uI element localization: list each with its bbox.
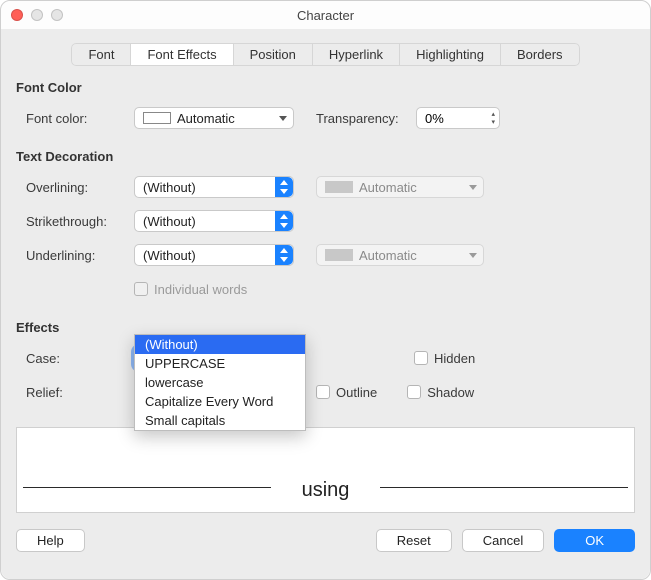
- dialog-content: Font Font Effects Position Hyperlink Hig…: [1, 29, 650, 579]
- row-case: Case: (Without) Hidden: [16, 341, 635, 375]
- form-area: Font Color Font color: Automatic Transpa…: [16, 66, 635, 513]
- row-font-color: Font color: Automatic Transparency: 0% ▴…: [16, 101, 635, 135]
- individual-words-checkbox: Individual words: [134, 282, 247, 297]
- tabs: Font Font Effects Position Hyperlink Hig…: [71, 43, 579, 66]
- stepper-down-icon[interactable]: ▾: [491, 119, 495, 126]
- label-transparency: Transparency:: [316, 111, 416, 126]
- overlining-value: (Without): [143, 180, 196, 195]
- section-effects: Effects: [16, 320, 635, 335]
- case-option-capitalize[interactable]: Capitalize Every Word: [135, 392, 305, 411]
- checkbox-icon: [414, 351, 428, 365]
- window-title: Character: [1, 8, 650, 23]
- chevron-down-icon: [279, 116, 287, 121]
- section-text-decoration: Text Decoration: [16, 149, 635, 164]
- row-relief: Relief: Outline Shadow: [16, 375, 635, 409]
- chevron-down-icon: [469, 253, 477, 258]
- underlining-color-combo[interactable]: Automatic: [316, 244, 484, 266]
- preview-underline-left: [23, 487, 271, 488]
- strikethrough-value: (Without): [143, 214, 196, 229]
- shadow-label: Shadow: [427, 385, 474, 400]
- case-option-uppercase[interactable]: UPPERCASE: [135, 354, 305, 373]
- tabbar: Font Font Effects Position Hyperlink Hig…: [16, 43, 635, 66]
- help-button[interactable]: Help: [16, 529, 85, 552]
- overlining-color-combo[interactable]: Automatic: [316, 176, 484, 198]
- color-swatch-icon: [325, 249, 353, 261]
- row-individual-words: Individual words: [16, 272, 635, 306]
- tab-position[interactable]: Position: [233, 43, 313, 66]
- overlining-color-value: Automatic: [359, 180, 417, 195]
- row-overlining: Overlining: (Without) Automatic: [16, 170, 635, 204]
- character-dialog: Character Font Font Effects Position Hyp…: [0, 0, 651, 580]
- font-color-combo[interactable]: Automatic: [134, 107, 294, 129]
- checkbox-icon: [316, 385, 330, 399]
- footer: Help Reset Cancel OK: [16, 529, 635, 552]
- outline-label: Outline: [336, 385, 377, 400]
- individual-words-label: Individual words: [154, 282, 247, 297]
- hidden-checkbox[interactable]: Hidden: [414, 351, 475, 366]
- underlining-value: (Without): [143, 248, 196, 263]
- updown-icon: [279, 248, 289, 262]
- case-option-smallcaps[interactable]: Small capitals: [135, 411, 305, 430]
- tab-font[interactable]: Font: [71, 43, 131, 66]
- transparency-value: 0%: [425, 111, 444, 126]
- preview-text: using: [302, 479, 350, 502]
- updown-icon: [279, 214, 289, 228]
- stepper-up-icon[interactable]: ▴: [491, 111, 495, 118]
- strikethrough-combo[interactable]: (Without): [134, 210, 294, 232]
- reset-button[interactable]: Reset: [376, 529, 452, 552]
- color-swatch-icon: [143, 112, 171, 124]
- outline-checkbox[interactable]: Outline: [316, 385, 377, 400]
- shadow-checkbox[interactable]: Shadow: [407, 385, 474, 400]
- section-font-color: Font Color: [16, 80, 635, 95]
- checkbox-icon: [407, 385, 421, 399]
- label-case: Case:: [16, 351, 134, 366]
- row-strikethrough: Strikethrough: (Without): [16, 204, 635, 238]
- tab-borders[interactable]: Borders: [500, 43, 580, 66]
- preview-area: using: [16, 427, 635, 513]
- label-font-color: Font color:: [16, 111, 134, 126]
- ok-button[interactable]: OK: [554, 529, 635, 552]
- color-swatch-icon: [325, 181, 353, 193]
- row-underlining: Underlining: (Without) Automatic: [16, 238, 635, 272]
- case-option-lowercase[interactable]: lowercase: [135, 373, 305, 392]
- underlining-combo[interactable]: (Without): [134, 244, 294, 266]
- chevron-down-icon: [469, 185, 477, 190]
- hidden-label: Hidden: [434, 351, 475, 366]
- label-underlining: Underlining:: [16, 248, 134, 263]
- preview-underline-right: [380, 487, 628, 488]
- case-dropdown[interactable]: (Without) UPPERCASE lowercase Capitalize…: [134, 334, 306, 431]
- updown-icon: [279, 180, 289, 194]
- tab-hyperlink[interactable]: Hyperlink: [312, 43, 400, 66]
- checkbox-icon: [134, 282, 148, 296]
- case-option-without[interactable]: (Without): [135, 335, 305, 354]
- font-color-value: Automatic: [177, 111, 235, 126]
- tab-font-effects[interactable]: Font Effects: [130, 43, 233, 66]
- overlining-combo[interactable]: (Without): [134, 176, 294, 198]
- transparency-stepper[interactable]: 0% ▴ ▾: [416, 107, 500, 129]
- stepper-buttons[interactable]: ▴ ▾: [491, 111, 495, 126]
- cancel-button[interactable]: Cancel: [462, 529, 544, 552]
- titlebar: Character: [1, 1, 650, 29]
- underlining-color-value: Automatic: [359, 248, 417, 263]
- label-strikethrough: Strikethrough:: [16, 214, 134, 229]
- label-relief: Relief:: [16, 385, 134, 400]
- label-overlining: Overlining:: [16, 180, 134, 195]
- tab-highlighting[interactable]: Highlighting: [399, 43, 501, 66]
